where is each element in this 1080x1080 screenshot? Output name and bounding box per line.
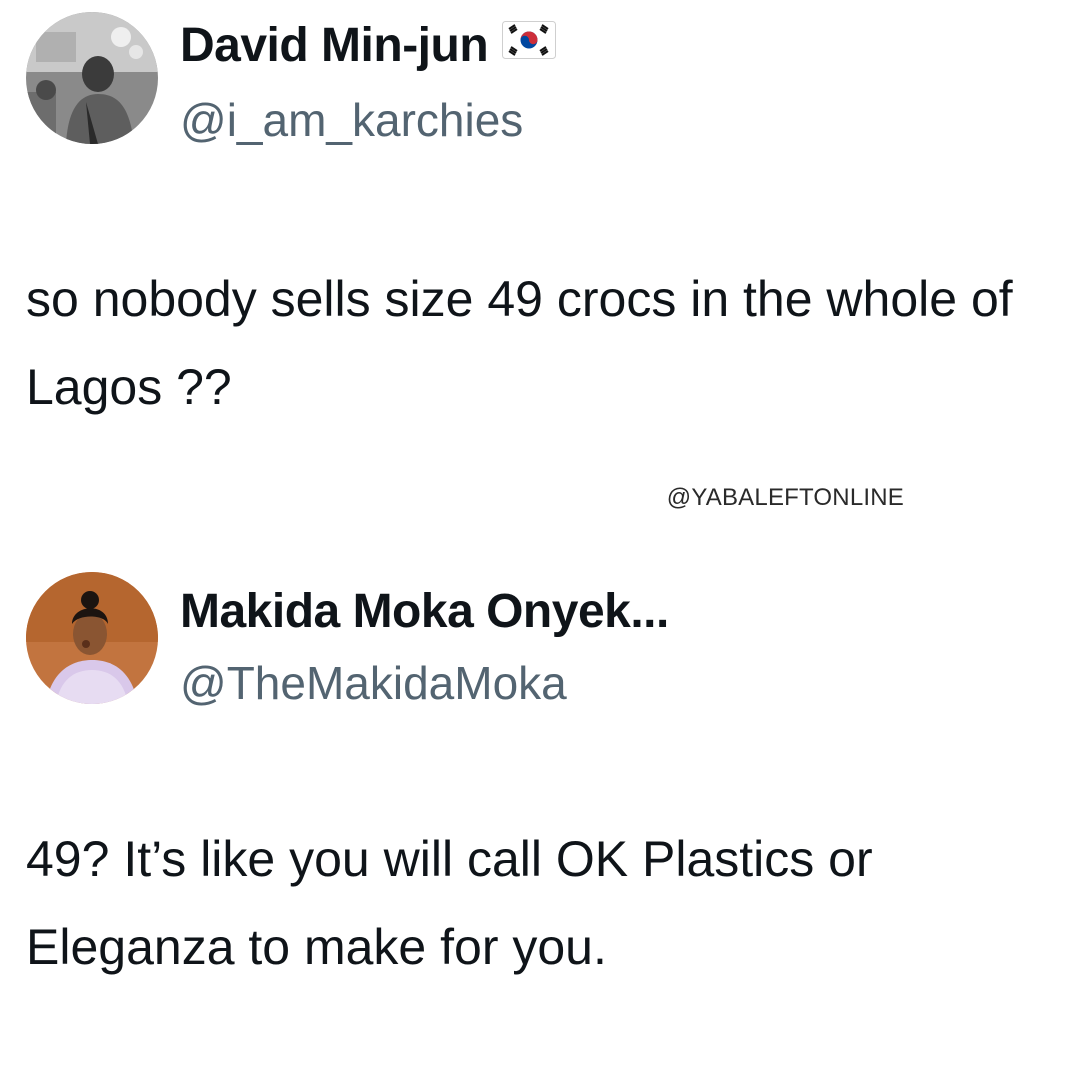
display-name[interactable]: David Min-jun [180, 19, 557, 72]
avatar[interactable] [26, 12, 158, 144]
south-korea-flag-icon [502, 20, 557, 68]
tweet-text: so nobody sells size 49 crocs in the who… [26, 271, 1013, 415]
user-handle[interactable]: @i_am_karchies [180, 97, 523, 143]
avatar[interactable] [26, 572, 158, 704]
display-name[interactable]: Makida Moka Onyek... [180, 588, 669, 636]
avatar-photo-icon [26, 12, 158, 144]
avatar-photo-icon [26, 572, 158, 704]
user-handle[interactable]: @TheMakidaMoka [180, 660, 567, 706]
display-name-text: David Min-jun [180, 19, 489, 72]
watermark: @YABALEFTONLINE [666, 484, 904, 511]
tweet-text: 49? It’s like you will call OK Plastics … [26, 831, 873, 975]
